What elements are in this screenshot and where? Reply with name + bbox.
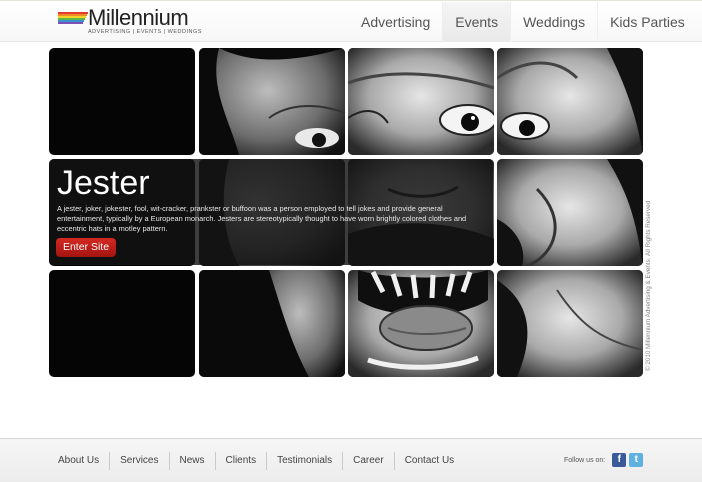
grid-tile-face (348, 270, 494, 377)
site-header: Millennium ADVERTISING | EVENTS | WEDDIN… (0, 0, 702, 42)
site-footer: About Us Services News Clients Testimoni… (0, 438, 702, 482)
grid-tile-face (199, 270, 345, 377)
twitter-icon[interactable]: t (629, 453, 644, 467)
nav-kids-parties[interactable]: Kids Parties (598, 2, 697, 42)
copyright-text: © 2010 Millennium Advertising & Events. … (645, 200, 652, 371)
footer-link-contact-us[interactable]: Contact Us (395, 452, 464, 470)
footer-nav: About Us Services News Clients Testimoni… (48, 452, 464, 470)
grid-tile-face (497, 48, 643, 155)
footer-link-career[interactable]: Career (343, 452, 395, 470)
enter-site-button[interactable]: Enter Site (56, 238, 116, 257)
feature-panel: Jester A jester, joker, jokester, fool, … (49, 159, 493, 265)
grid-tile-face (497, 159, 643, 266)
grid-tile-face (348, 48, 494, 155)
footer-link-about-us[interactable]: About Us (48, 452, 111, 470)
grid-tile-face (199, 48, 345, 155)
main-nav: Advertising Events Weddings Kids Parties (349, 2, 697, 42)
grid-tile (49, 48, 195, 155)
brand-logo[interactable]: Millennium ADVERTISING | EVENTS | WEDDIN… (58, 5, 201, 38)
nav-advertising[interactable]: Advertising (349, 2, 444, 42)
grid-tile-face (497, 270, 643, 377)
facebook-icon[interactable]: f (612, 453, 627, 467)
feature-description: A jester, joker, jokester, fool, wit-cra… (57, 204, 467, 233)
footer-link-news[interactable]: News (170, 452, 216, 470)
footer-link-clients[interactable]: Clients (216, 452, 268, 470)
follow-label: Follow us on: (564, 456, 606, 464)
brand-tagline: ADVERTISING | EVENTS | WEDDINGS (88, 29, 202, 35)
grid-tile (49, 270, 195, 377)
footer-link-services[interactable]: Services (110, 452, 170, 470)
footer-link-testimonials[interactable]: Testimonials (267, 452, 344, 470)
social-follow: Follow us on: f t (564, 451, 644, 469)
brand-name: Millennium (88, 5, 189, 30)
rainbow-stripes-icon (58, 12, 88, 26)
nav-events[interactable]: Events (443, 2, 512, 42)
feature-title: Jester (57, 164, 150, 202)
nav-weddings[interactable]: Weddings (511, 2, 599, 42)
